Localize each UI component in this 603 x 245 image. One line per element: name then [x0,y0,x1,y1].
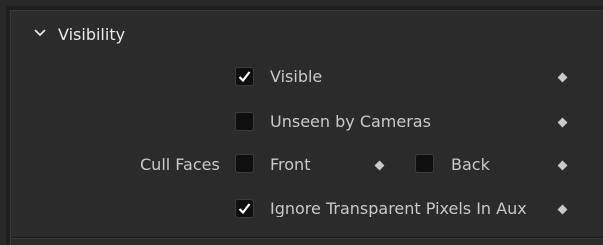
divider [11,238,603,239]
unseen-by-cameras-checkbox[interactable] [235,112,254,131]
cull-back-checkbox[interactable] [415,154,434,173]
checkmark-icon [238,71,251,83]
section-header[interactable]: Visibility [11,11,603,57]
checkmark-icon [238,203,251,215]
ignore-transparent-label: Ignore Transparent Pixels In Aux [270,201,527,217]
keyframe-diamond-icon[interactable] [557,117,568,128]
cull-front-checkbox[interactable] [235,154,254,173]
ignore-transparent-checkbox[interactable] [235,199,254,218]
cull-front-label: Front [270,155,311,174]
keyframe-diamond-icon[interactable] [557,72,568,83]
chevron-down-icon[interactable] [33,26,47,40]
keyframe-diamond-icon[interactable] [557,204,568,215]
section-title: Visibility [58,25,126,44]
visible-label: Visible [270,67,323,86]
cull-back-label: Back [451,155,490,174]
keyframe-diamond-icon[interactable] [557,160,568,171]
keyframe-diamond-icon[interactable] [374,160,385,171]
cull-faces-label: Cull Faces [140,155,220,174]
unseen-by-cameras-label: Unseen by Cameras [270,112,431,131]
visible-checkbox[interactable] [235,67,254,86]
visibility-panel: Visibility Visible Unseen by Cameras Cul… [10,10,603,245]
